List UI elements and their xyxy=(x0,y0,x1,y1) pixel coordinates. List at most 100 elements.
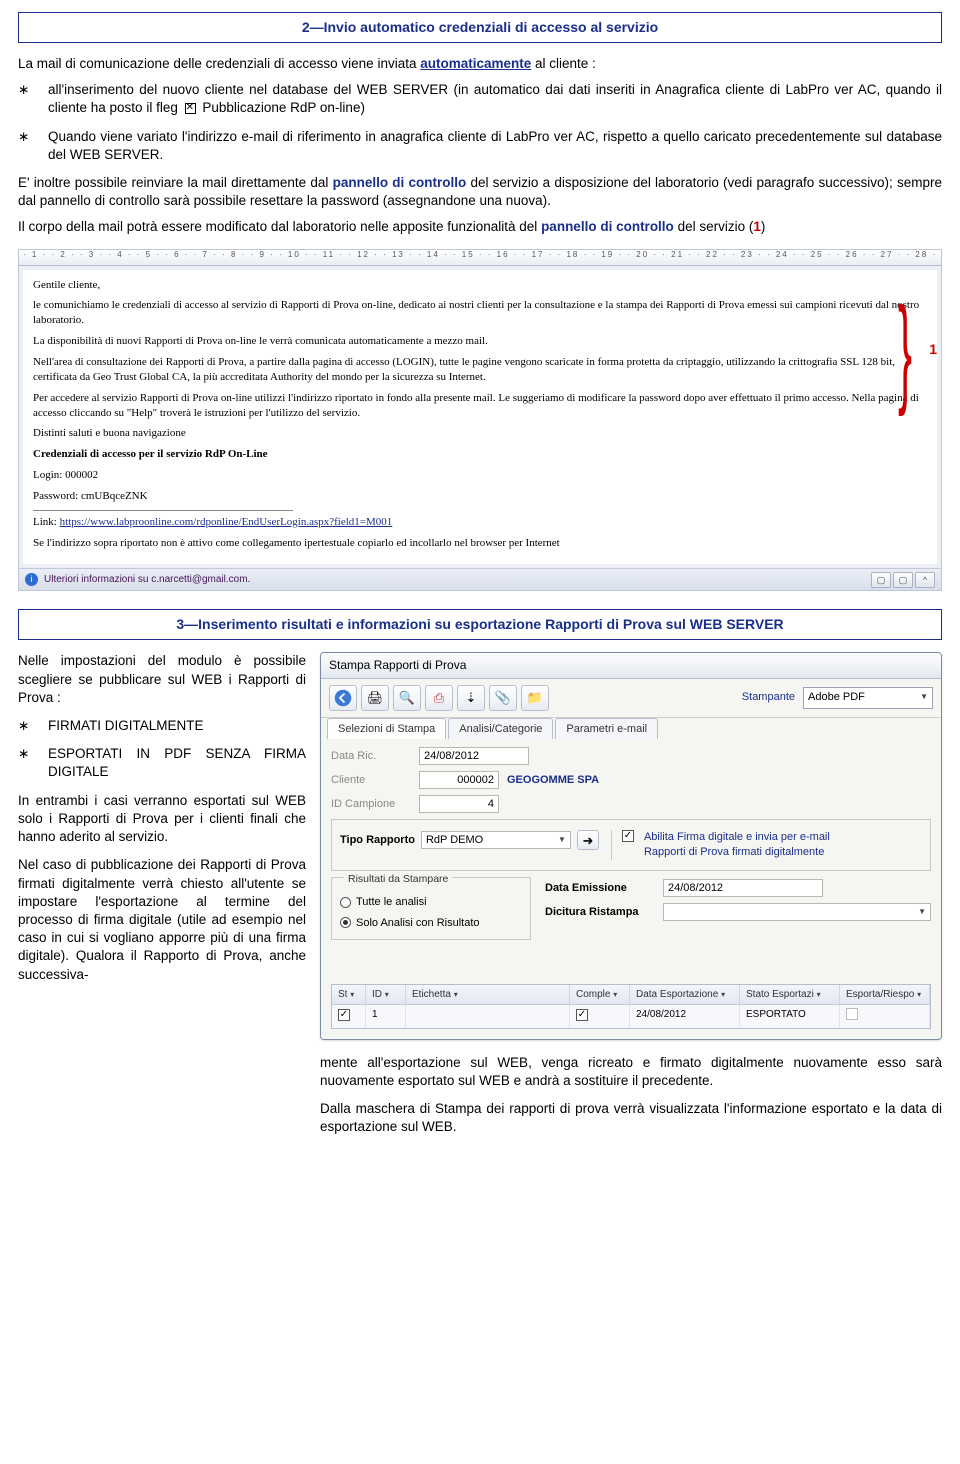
email-l3: Nell'area di consultazione dei Rapporti … xyxy=(33,355,927,385)
data-ric-value: 24/08/2012 xyxy=(424,749,479,764)
data-emissione-input[interactable]: 24/08/2012 xyxy=(663,879,823,897)
chevron-down-icon: ▼ xyxy=(558,835,566,846)
p2-post: ) xyxy=(761,219,766,234)
tab-selezioni[interactable]: Selezioni di Stampa xyxy=(327,718,446,740)
row-esporta-checkbox[interactable] xyxy=(846,1008,858,1020)
row-id: 1 xyxy=(366,1005,406,1028)
dialog-tabs: Selezioni di Stampa Analisi/Categorie Pa… xyxy=(321,718,941,740)
risultati-panel: Risultati da Stampare Tutte le analisi S… xyxy=(331,877,531,940)
email-cred-head: Credenziali di accesso per il servizio R… xyxy=(33,447,927,462)
statusbar-expand-button[interactable]: ^ xyxy=(915,572,935,588)
grid-header-stato[interactable]: Stato Esportazi ▾ xyxy=(740,985,840,1005)
chevron-down-icon: ▾ xyxy=(917,990,921,999)
email-link-label: Link: xyxy=(33,516,60,528)
section2-bullet-1-text: all'inserimento del nuovo cliente nel da… xyxy=(48,81,942,117)
section3-right-column: Stampa Rapporti di Prova 🖨 🔍 ⎙ ⇣ 📎 📁 Sta… xyxy=(320,652,942,1136)
chevron-down-icon: ▾ xyxy=(613,990,617,999)
p2-accent: pannello di controllo xyxy=(541,219,674,234)
section3-right-below: mente all'esportazione sul WEB, venga ri… xyxy=(320,1054,942,1137)
section2-intro-post: al cliente : xyxy=(531,56,596,71)
firma-checkbox[interactable]: ✓ xyxy=(622,830,634,842)
preview-button[interactable]: 🔍 xyxy=(393,685,421,711)
back-button[interactable] xyxy=(329,685,357,711)
idcampione-value: 4 xyxy=(488,797,494,812)
statusbar-view-button[interactable]: ▢ xyxy=(871,572,891,588)
grid-header-comple[interactable]: Comple ▾ xyxy=(570,985,630,1005)
printer-label: Stampante xyxy=(742,690,795,705)
email-l1: le comunichiamo le credenziali di access… xyxy=(33,298,927,328)
dialog-form: Data Ric. 24/08/2012 Cliente 000002 GEOG… xyxy=(321,739,941,1038)
tipo-rapporto-panel: Tipo Rapporto RdP DEMO ▼ ➜ ✓ Abilita Fir… xyxy=(331,819,931,871)
section2-banner: 2—Invio automatico credenziali di access… xyxy=(18,12,942,43)
grid-header-etichetta[interactable]: Etichetta ▾ xyxy=(406,985,570,1005)
printer-value: Adobe PDF xyxy=(808,690,865,705)
sec3-left-p3: Nel caso di pubblicazione dei Rapporti d… xyxy=(18,856,306,984)
statusbar-view-button[interactable]: ▢ xyxy=(893,572,913,588)
attach-button[interactable]: 📎 xyxy=(489,685,517,711)
row-st-checkbox[interactable]: ✓ xyxy=(338,1009,350,1021)
email-body: Gentile cliente, le comunichiamo le cred… xyxy=(23,270,937,565)
email-statusbar: i Ulteriori informazioni su c.narcetti@g… xyxy=(19,568,941,590)
email-link-line: Link: https://www.labproonline.com/rdpon… xyxy=(33,515,927,530)
export-button[interactable]: ⇣ xyxy=(457,685,485,711)
tab-parametri[interactable]: Parametri e-mail xyxy=(555,718,658,740)
chevron-down-icon: ▾ xyxy=(454,990,458,999)
printer-select[interactable]: Adobe PDF ▼ xyxy=(803,687,933,709)
back-arrow-icon xyxy=(334,689,352,707)
sec3-rb-p1: mente all'esportazione sul WEB, venga ri… xyxy=(320,1054,942,1090)
row-comple-checkbox[interactable]: ✓ xyxy=(576,1009,588,1021)
tipo-rapporto-value: RdP DEMO xyxy=(426,833,483,848)
brace-annotation: } 1 xyxy=(885,270,937,430)
chevron-down-icon: ▼ xyxy=(920,692,928,703)
sec3-bullet-2-text: ESPORTATI IN PDF SENZA FIRMA DIGITALE xyxy=(48,745,306,781)
grid-header-id[interactable]: ID ▾ xyxy=(366,985,406,1005)
cliente-value: 000002 xyxy=(457,773,494,788)
email-login: Login: 000002 xyxy=(33,468,927,483)
grid-row[interactable]: ✓ 1 ✓ 24/08/2012 ESPORTATO xyxy=(332,1005,930,1028)
cliente-input[interactable]: 000002 xyxy=(419,771,499,789)
checkbox-icon xyxy=(185,103,196,114)
p1-accent: pannello di controllo xyxy=(333,175,467,190)
radio-icon xyxy=(340,917,351,928)
dialog-title: Stampa Rapporti di Prova xyxy=(321,653,941,678)
email-l2: La disponibilità di nuovi Rapporti di Pr… xyxy=(33,334,927,349)
email-l5: Distinti saluti e buona navigazione xyxy=(33,426,927,441)
section3-left-column: Nelle impostazioni del modulo è possibil… xyxy=(18,652,306,1136)
data-ric-label: Data Ric. xyxy=(331,749,411,764)
data-emissione-label: Data Emissione xyxy=(545,881,655,896)
grid-header-esporta[interactable]: Esporta/Riespo ▾ xyxy=(840,985,930,1005)
tipo-rapporto-select[interactable]: RdP DEMO ▼ xyxy=(421,831,571,849)
p2-mid: del servizio ( xyxy=(674,219,754,234)
pdf-button[interactable]: ⎙ xyxy=(425,685,453,711)
dicitura-select[interactable]: ▼ xyxy=(663,903,931,921)
data-emissione-value: 24/08/2012 xyxy=(668,881,723,896)
sec3-left-p2: In entrambi i casi verranno esportati su… xyxy=(18,792,306,847)
idcampione-input[interactable]: 4 xyxy=(419,795,499,813)
p2-pre: Il corpo della mail potrà essere modific… xyxy=(18,219,541,234)
section2-intro-pre: La mail di comunicazione delle credenzia… xyxy=(18,56,420,71)
results-grid: St ▾ ID ▾ Etichetta ▾ Comple ▾ Data Espo… xyxy=(331,984,931,1029)
p1-pre: E' inoltre possibile reinviare la mail d… xyxy=(18,175,333,190)
radio1-label: Tutte le analisi xyxy=(356,896,427,908)
radio-row-1[interactable]: Tutte le analisi xyxy=(340,895,522,910)
print-dialog: Stampa Rapporti di Prova 🖨 🔍 ⎙ ⇣ 📎 📁 Sta… xyxy=(320,652,942,1039)
print-button[interactable]: 🖨 xyxy=(361,685,389,711)
brace-number: 1 xyxy=(929,340,937,359)
email-link[interactable]: https://www.labproonline.com/rdponline/E… xyxy=(60,516,393,528)
email-greeting: Gentile cliente, xyxy=(33,278,927,293)
grid-header-data-esp[interactable]: Data Esportazione ▾ xyxy=(630,985,740,1005)
row-stato: ESPORTATO xyxy=(740,1005,840,1028)
radio-row-2[interactable]: Solo Analisi con Risultato xyxy=(340,916,522,931)
section2-p1: E' inoltre possibile reinviare la mail d… xyxy=(18,174,942,210)
grid-header-st[interactable]: St ▾ xyxy=(332,985,366,1005)
asterisk-icon: ∗ xyxy=(18,81,48,117)
chevron-down-icon: ▾ xyxy=(385,990,389,999)
data-ric-input[interactable]: 24/08/2012 xyxy=(419,747,529,765)
section2-bullet-2-text: Quando viene variato l'indirizzo e-mail … xyxy=(48,128,942,164)
tab-analisi[interactable]: Analisi/Categorie xyxy=(448,718,553,740)
tipo-rapporto-lookup-button[interactable]: ➜ xyxy=(577,830,599,850)
chevron-down-icon: ▾ xyxy=(350,990,354,999)
info-icon: i xyxy=(25,573,38,586)
asterisk-icon: ∗ xyxy=(18,128,48,164)
folder-button[interactable]: 📁 xyxy=(521,685,549,711)
